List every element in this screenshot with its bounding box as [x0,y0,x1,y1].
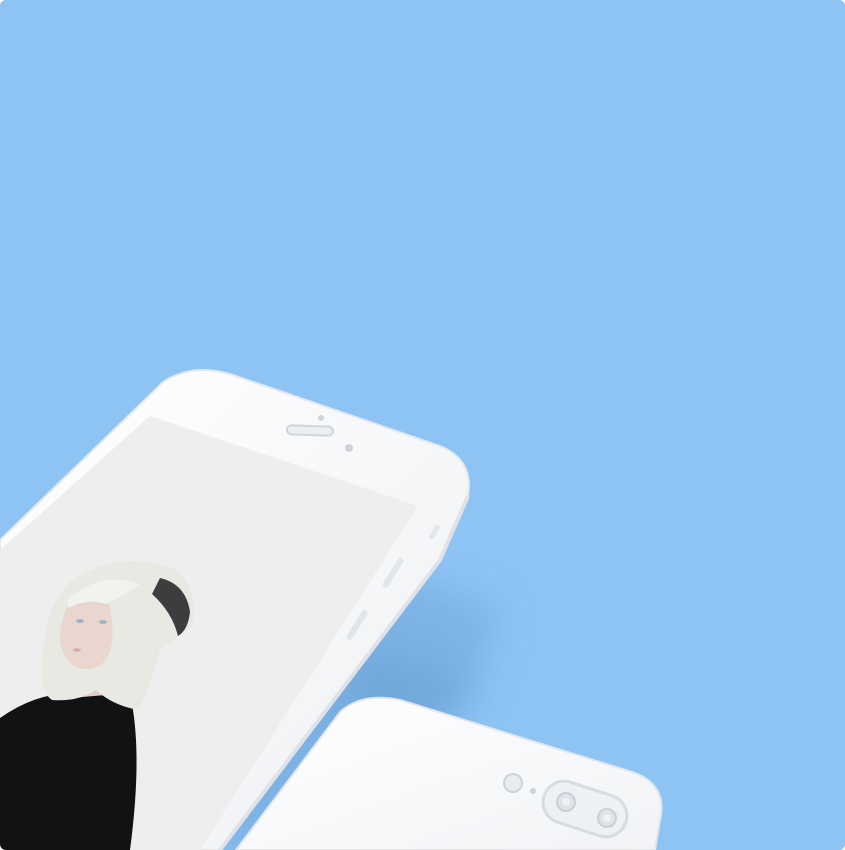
right-eye [99,620,107,624]
flash-icon [503,773,523,793]
earpiece-icon [285,424,334,437]
phone-mockup-illustration [0,0,845,850]
front-camera-icon [345,444,353,452]
left-eye [76,619,84,623]
face [60,597,113,669]
mockup-canvas [0,0,845,850]
proximity-sensor-icon [318,415,324,421]
microphone-icon [530,788,536,794]
black-top [0,693,137,850]
lips [73,648,81,652]
